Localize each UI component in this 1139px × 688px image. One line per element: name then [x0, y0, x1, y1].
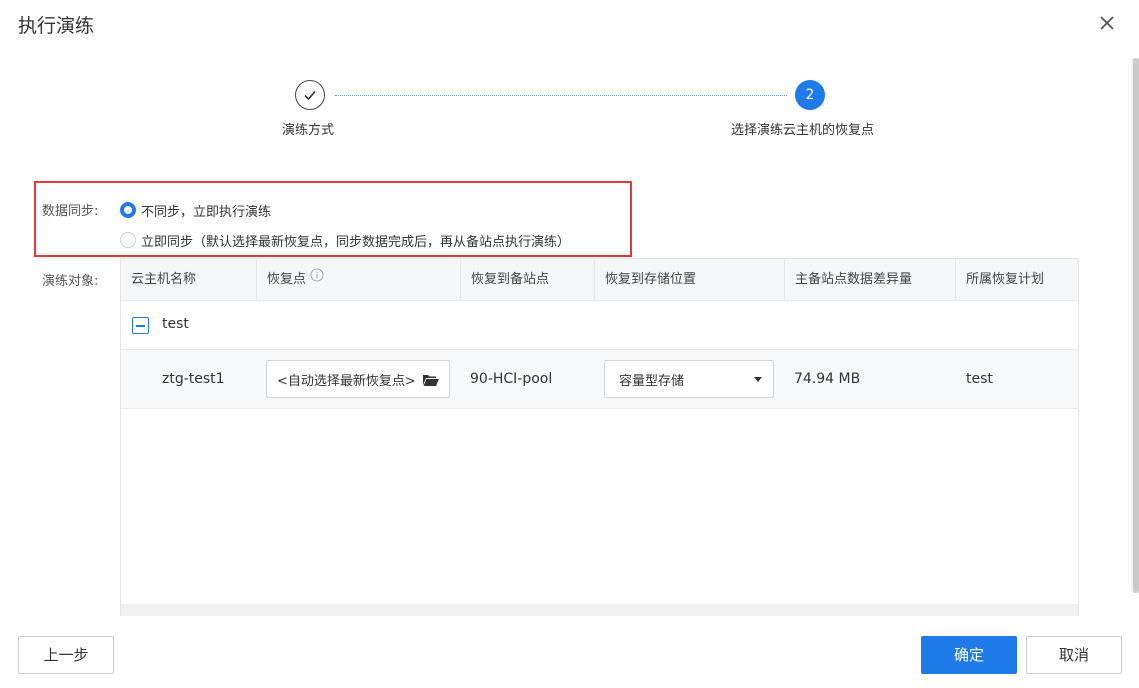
column-header-plan: 所属恢复计划	[966, 272, 1045, 287]
table-horizontal-scrollbar[interactable]	[121, 604, 1078, 616]
restore-point-input[interactable]	[277, 369, 415, 389]
cell-vm-name: ztg-test1	[162, 371, 225, 387]
scrollbar-thumb[interactable]	[1133, 58, 1139, 593]
group-name: test	[162, 316, 189, 332]
folder-open-icon[interactable]	[422, 372, 440, 392]
cell-diff: 74.94 MB	[794, 371, 861, 387]
collapse-toggle[interactable]	[132, 317, 149, 334]
caret-down-icon	[754, 377, 762, 382]
step-1-label: 演练方式	[282, 123, 335, 138]
column-header-storage: 恢复到存储位置	[595, 259, 785, 301]
column-header-diff: 主备站点数据差异量	[785, 259, 956, 301]
group-row: test	[121, 301, 1078, 350]
table-row: ztg-test1 90-HCI-pool 容量型存储 74.94 MB tes…	[121, 350, 1078, 409]
close-icon[interactable]	[1095, 11, 1119, 35]
dialog-title: 执行演练	[18, 15, 95, 37]
step-2-label: 选择演练云主机的恢复点	[731, 123, 875, 138]
storage-select[interactable]: 容量型存储	[604, 360, 774, 398]
column-header-vm-name: 云主机名称	[121, 259, 257, 301]
step-1-circle	[295, 80, 325, 110]
cell-standby-site: 90-HCI-pool	[470, 371, 553, 387]
radio-no-sync[interactable]	[120, 202, 136, 218]
cell-plan: test	[966, 371, 993, 387]
check-icon	[304, 90, 316, 101]
confirm-button[interactable]: 确定	[921, 636, 1017, 674]
target-label: 演练对象:	[42, 274, 99, 289]
close-button[interactable]	[1095, 11, 1119, 35]
info-icon[interactable]	[310, 258, 324, 300]
column-header-standby-site: 恢复到备站点	[461, 259, 595, 301]
restore-point-field[interactable]	[266, 360, 450, 398]
storage-select-value: 容量型存储	[619, 374, 685, 389]
column-header-restore-point-label: 恢复点	[267, 272, 307, 287]
step-2-circle: 2	[795, 80, 825, 110]
sync-label: 数据同步:	[42, 204, 99, 219]
step-connector	[335, 95, 787, 96]
radio-sync-now-label[interactable]: 立即同步（默认选择最新恢复点，同步数据完成后，再从备站点执行演练）	[141, 231, 570, 250]
column-header-restore-point: 恢复点	[257, 259, 461, 301]
cancel-button[interactable]: 取消	[1026, 636, 1122, 674]
radio-sync-now[interactable]	[120, 232, 136, 248]
radio-no-sync-label[interactable]: 不同步，立即执行演练	[141, 201, 271, 220]
prev-step-button[interactable]: 上一步	[18, 636, 114, 674]
table-header: 云主机名称 恢复点 恢复到备站点 恢复到存储位置 主备站点数据差异量 所属恢复计…	[121, 259, 1078, 301]
vm-table: 云主机名称 恢复点 恢复到备站点 恢复到存储位置 主备站点数据差异量 所属恢复计…	[120, 258, 1079, 616]
